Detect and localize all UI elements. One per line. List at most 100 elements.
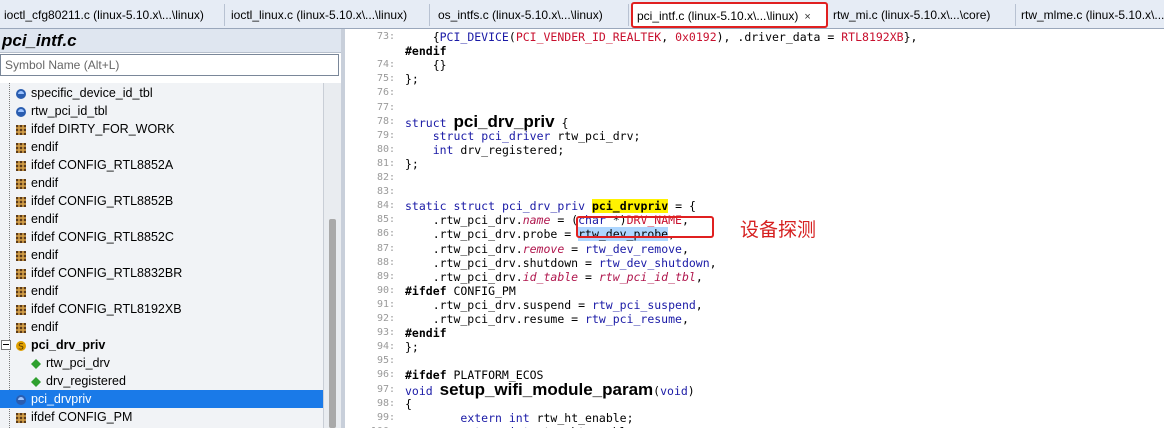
tree-item[interactable]: specific_device_id_tbl (0, 84, 323, 102)
tree-item-label: drv_registered (46, 374, 126, 388)
code-line: 75:}; (345, 72, 1164, 86)
line-number: 75: (376, 73, 395, 85)
tree-item-label: rtw_pci_id_tbl (31, 104, 108, 118)
line-number: 92: (376, 313, 395, 324)
tab-5[interactable]: rtw_mi.c (linux-5.10.x\...\core) (829, 4, 1016, 26)
tree-item[interactable]: endif (0, 138, 323, 156)
scrollbar-thumb[interactable] (329, 219, 336, 428)
collapse-icon[interactable] (1, 340, 11, 350)
tree-item[interactable]: endif (0, 318, 323, 336)
tree-item[interactable]: ifdef CONFIG_RTL8852A (0, 156, 323, 174)
line-number: 99: (376, 411, 395, 423)
code-line: 89: .rtw_pci_drv.id_table = rtw_pci_id_t… (345, 270, 1164, 284)
tab-label: ioctl_cfg80211.c (linux-5.10.x\...\linux… (4, 8, 204, 22)
symbol-tree: specific_device_id_tbl rtw_pci_id_tblifde… (0, 83, 323, 428)
code-text: .rtw_pci_drv.id_table = rtw_pci_id_tbl, (405, 269, 703, 284)
line-number: 98: (376, 397, 395, 409)
symbol-search-input[interactable] (0, 54, 339, 76)
struct-var-icon (15, 105, 27, 117)
tab-label: os_intfs.c (linux-5.10.x\...\linux) (438, 8, 603, 22)
line-number: 95: (376, 355, 395, 367)
code-line: 97: void setup_wifi_module_param(void) (345, 379, 1164, 399)
code-line: #endif (345, 44, 1164, 58)
struct-icon: S (15, 339, 27, 353)
code-text: extern int rtw_ht_enable; (460, 410, 634, 425)
code-text: static struct pci_drv_priv pci_drvpriv =… (405, 199, 696, 214)
tab-6[interactable]: rtw_mlme.c (linux-5.10.x\...\core) (1017, 4, 1164, 26)
symbol-panel: pci_intf.c specific_device_id_tbl rtw_pci… (0, 29, 341, 428)
tree-item[interactable]: endif (0, 174, 323, 192)
code-line: 98: { (345, 397, 1164, 411)
tab-3[interactable]: os_intfs.c (linux-5.10.x\...\linux) (434, 4, 629, 26)
code-text: #endif (405, 44, 447, 59)
line-number: 80: (376, 143, 395, 155)
ifdef-icon (15, 411, 27, 423)
line-number: 94: (376, 341, 395, 353)
tree-item[interactable]: ifdef CONFIG_RTL8832BR (0, 264, 323, 282)
code-line: 93: #endif (345, 326, 1164, 340)
struct-var-icon (15, 393, 27, 405)
tab-2[interactable]: ioctl_linux.c (linux-5.10.x\...\linux) (227, 4, 430, 26)
code-text: }; (405, 156, 419, 171)
code-text: struct pci_drv_priv { (405, 111, 569, 131)
line-number: 84: (376, 200, 395, 212)
tree-item[interactable]: Spci_drv_priv (0, 336, 323, 354)
tab-label: rtw_mi.c (linux-5.10.x\...\core) (833, 8, 991, 22)
code-text: .rtw_pci_drv.suspend = rtw_pci_suspend, (405, 297, 703, 312)
tab-label: ioctl_linux.c (linux-5.10.x\...\linux) (231, 8, 408, 22)
line-number: 79: (376, 129, 395, 141)
close-icon[interactable]: × (804, 11, 810, 23)
tab-1[interactable]: ioctl_cfg80211.c (linux-5.10.x\...\linux… (0, 4, 225, 26)
tree-item[interactable]: endif (0, 246, 323, 264)
tree-item[interactable]: rtw_pci_drv (0, 354, 323, 372)
code-text: {} (405, 58, 447, 73)
tree-item-label: ifdef CONFIG_RTL8852A (31, 158, 174, 172)
symbol-tree-scrollbar[interactable] (323, 83, 341, 428)
tree-item-label: endif (31, 284, 59, 298)
tree-item-label: endif (31, 176, 59, 190)
ifdef-icon (15, 213, 27, 225)
ifdef-icon (15, 267, 27, 279)
ifdef-icon (15, 123, 27, 135)
tree-item[interactable]: ifdef CONFIG_RTL8852C (0, 228, 323, 246)
tree-item[interactable]: ifdef CONFIG_RTL8192XB (0, 300, 323, 318)
tree-item[interactable]: pci_drvpriv (0, 390, 323, 408)
tree-item[interactable]: ifdef CONFIG_PM (0, 408, 323, 426)
tree-item-label: ifdef CONFIG_PM (31, 410, 133, 424)
code-line: 81:}; (345, 157, 1164, 171)
editor-tab-bar: ioctl_cfg80211.c (linux-5.10.x\...\linux… (0, 0, 1164, 29)
line-number: 82: (376, 172, 395, 183)
line-number: 91: (376, 298, 395, 310)
line-number: 77: (376, 101, 395, 113)
tab-4[interactable]: pci_intf.c (linux-5.10.x\...\linux) × (631, 2, 828, 28)
ifdef-icon (15, 141, 27, 153)
annotation-highlight-box (576, 216, 714, 238)
line-number: 97: (376, 383, 395, 395)
member-icon (30, 375, 42, 387)
code-text: { (405, 396, 412, 411)
tree-item[interactable]: drv_registered (0, 372, 323, 390)
code-line: 95: (345, 354, 1164, 368)
line-number: 78: (376, 115, 395, 127)
tree-item[interactable]: endif (0, 210, 323, 228)
code-text: .rtw_pci_drv.shutdown = rtw_dev_shutdown… (405, 255, 717, 270)
code-line: 88: .rtw_pci_drv.shutdown = rtw_dev_shut… (345, 256, 1164, 270)
tree-item[interactable]: ifdef DIRTY_FOR_WORK (0, 120, 323, 138)
ifdef-icon (15, 321, 27, 333)
tree-item-label: ifdef CONFIG_RTL8852B (31, 194, 174, 208)
code-text: }; (405, 72, 419, 87)
ifdef-icon (15, 231, 27, 243)
struct-var-icon (15, 87, 27, 99)
code-text: int drv_registered; (432, 142, 565, 157)
code-line: 94:}; (345, 340, 1164, 354)
code-line: 87: .rtw_pci_drv.remove = rtw_dev_remove… (345, 242, 1164, 256)
tree-item-label: ifdef CONFIG_RTL8852C (31, 230, 174, 244)
tree-item[interactable]: endif (0, 282, 323, 300)
tree-item-label: endif (31, 212, 59, 226)
line-number: 90: (376, 284, 395, 296)
code-text: void setup_wifi_module_param(void) (405, 379, 695, 399)
tree-item[interactable]: ifdef CONFIG_RTL8852B (0, 192, 323, 210)
tree-item[interactable]: rtw_pci_id_tbl (0, 102, 323, 120)
code-line: 84: static struct pci_drv_priv pci_drvpri… (345, 199, 1164, 214)
code-line: 91: .rtw_pci_drv.suspend = rtw_pci_suspe… (345, 298, 1164, 312)
